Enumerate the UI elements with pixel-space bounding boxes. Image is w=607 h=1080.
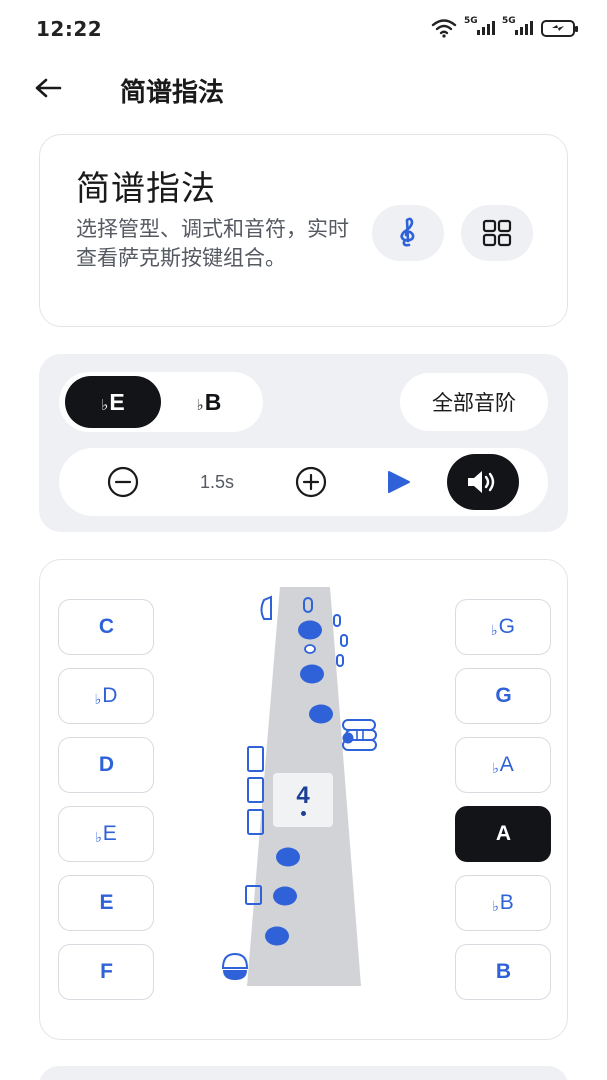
- palm-key: [333, 614, 341, 627]
- g-sharp-key: [342, 719, 376, 731]
- note-button-bb[interactable]: ♭ B: [455, 875, 551, 931]
- plus-circle-icon: [295, 466, 327, 498]
- grid-view-button[interactable]: [461, 205, 533, 261]
- key-selector: ♭ E ♭ B: [59, 372, 263, 432]
- decrease-speed-button[interactable]: [103, 448, 143, 516]
- side-key: [247, 746, 264, 772]
- all-scales-button[interactable]: 全部音阶: [400, 373, 548, 431]
- note-button-c[interactable]: C: [58, 599, 154, 655]
- jianpu-number: 4: [273, 773, 333, 827]
- low-c-key-pressed: [223, 970, 247, 980]
- key-6-pressed: [265, 926, 289, 946]
- note-button-b[interactable]: B: [455, 944, 551, 1000]
- control-panel: ♭ E ♭ B 全部音阶 1.5s: [39, 354, 568, 532]
- speaker-icon: [468, 471, 495, 493]
- note-button-a[interactable]: A: [455, 806, 551, 862]
- minus-circle-icon: [107, 466, 139, 498]
- signal-icon: 5G: [464, 16, 495, 35]
- fingering-card: 4 C ♭ D D ♭ E E F ♭ G G ♭ A A ♭ B B: [39, 559, 568, 1040]
- key-2-pressed: [300, 664, 324, 684]
- grid-icon: [482, 219, 512, 247]
- clef-button[interactable]: [372, 205, 444, 261]
- key-3-pressed: [309, 704, 333, 724]
- network-label: 5G: [502, 16, 516, 26]
- increase-speed-button[interactable]: [291, 448, 331, 516]
- note-button-db[interactable]: ♭ D: [58, 668, 154, 724]
- intro-title: 简谱指法: [76, 169, 216, 209]
- side-key: [247, 777, 264, 803]
- palm-key: [340, 634, 348, 647]
- play-button[interactable]: [379, 448, 419, 516]
- status-time: 12:22: [36, 17, 103, 41]
- intro-description: 选择管型、调式和音符，实时查看萨克斯按键组合。: [76, 217, 349, 270]
- status-bar: 12:22 5G 5G: [0, 0, 607, 60]
- thumb-key: [260, 595, 272, 620]
- play-icon: [388, 471, 410, 493]
- note-button-g[interactable]: G: [455, 668, 551, 724]
- status-icons: 5G 5G: [431, 16, 578, 38]
- treble-clef-icon: [400, 217, 415, 247]
- back-button[interactable]: [32, 72, 64, 104]
- network-label: 5G: [464, 16, 478, 26]
- key-4-pressed: [276, 847, 300, 867]
- note-button-e[interactable]: E: [58, 875, 154, 931]
- wifi-icon: [431, 19, 457, 38]
- low-c-key-pressed: [221, 952, 249, 969]
- speed-value: 1.5s: [199, 471, 235, 492]
- note-button-gb[interactable]: ♭ G: [455, 599, 551, 655]
- cluster-key-pressed: [342, 732, 354, 744]
- key-option-eb[interactable]: ♭ E: [65, 376, 161, 428]
- key-5-pressed: [273, 886, 297, 906]
- note-button-d[interactable]: D: [58, 737, 154, 793]
- note-button-f[interactable]: F: [58, 944, 154, 1000]
- battery-charging-icon: [541, 19, 578, 37]
- palm-key: [336, 654, 344, 667]
- key-option-bb[interactable]: ♭ B: [161, 376, 257, 428]
- low-octave-dot: [300, 810, 306, 816]
- signal-icon: 5G: [502, 16, 533, 35]
- note-button-eb[interactable]: ♭ E: [58, 806, 154, 862]
- arrow-left-icon: [35, 78, 62, 98]
- key-1-pressed: [298, 620, 322, 640]
- next-section-card: [39, 1066, 568, 1080]
- bis-key: [304, 644, 316, 654]
- note-button-ab[interactable]: ♭ A: [455, 737, 551, 793]
- sound-toggle-button[interactable]: [447, 454, 519, 510]
- cluster-key: [356, 729, 364, 741]
- intro-card: 简谱指法 选择管型、调式和音符，实时查看萨克斯按键组合。: [39, 134, 568, 327]
- page-title: 简谱指法: [120, 78, 225, 108]
- playback-bar: 1.5s: [59, 448, 548, 516]
